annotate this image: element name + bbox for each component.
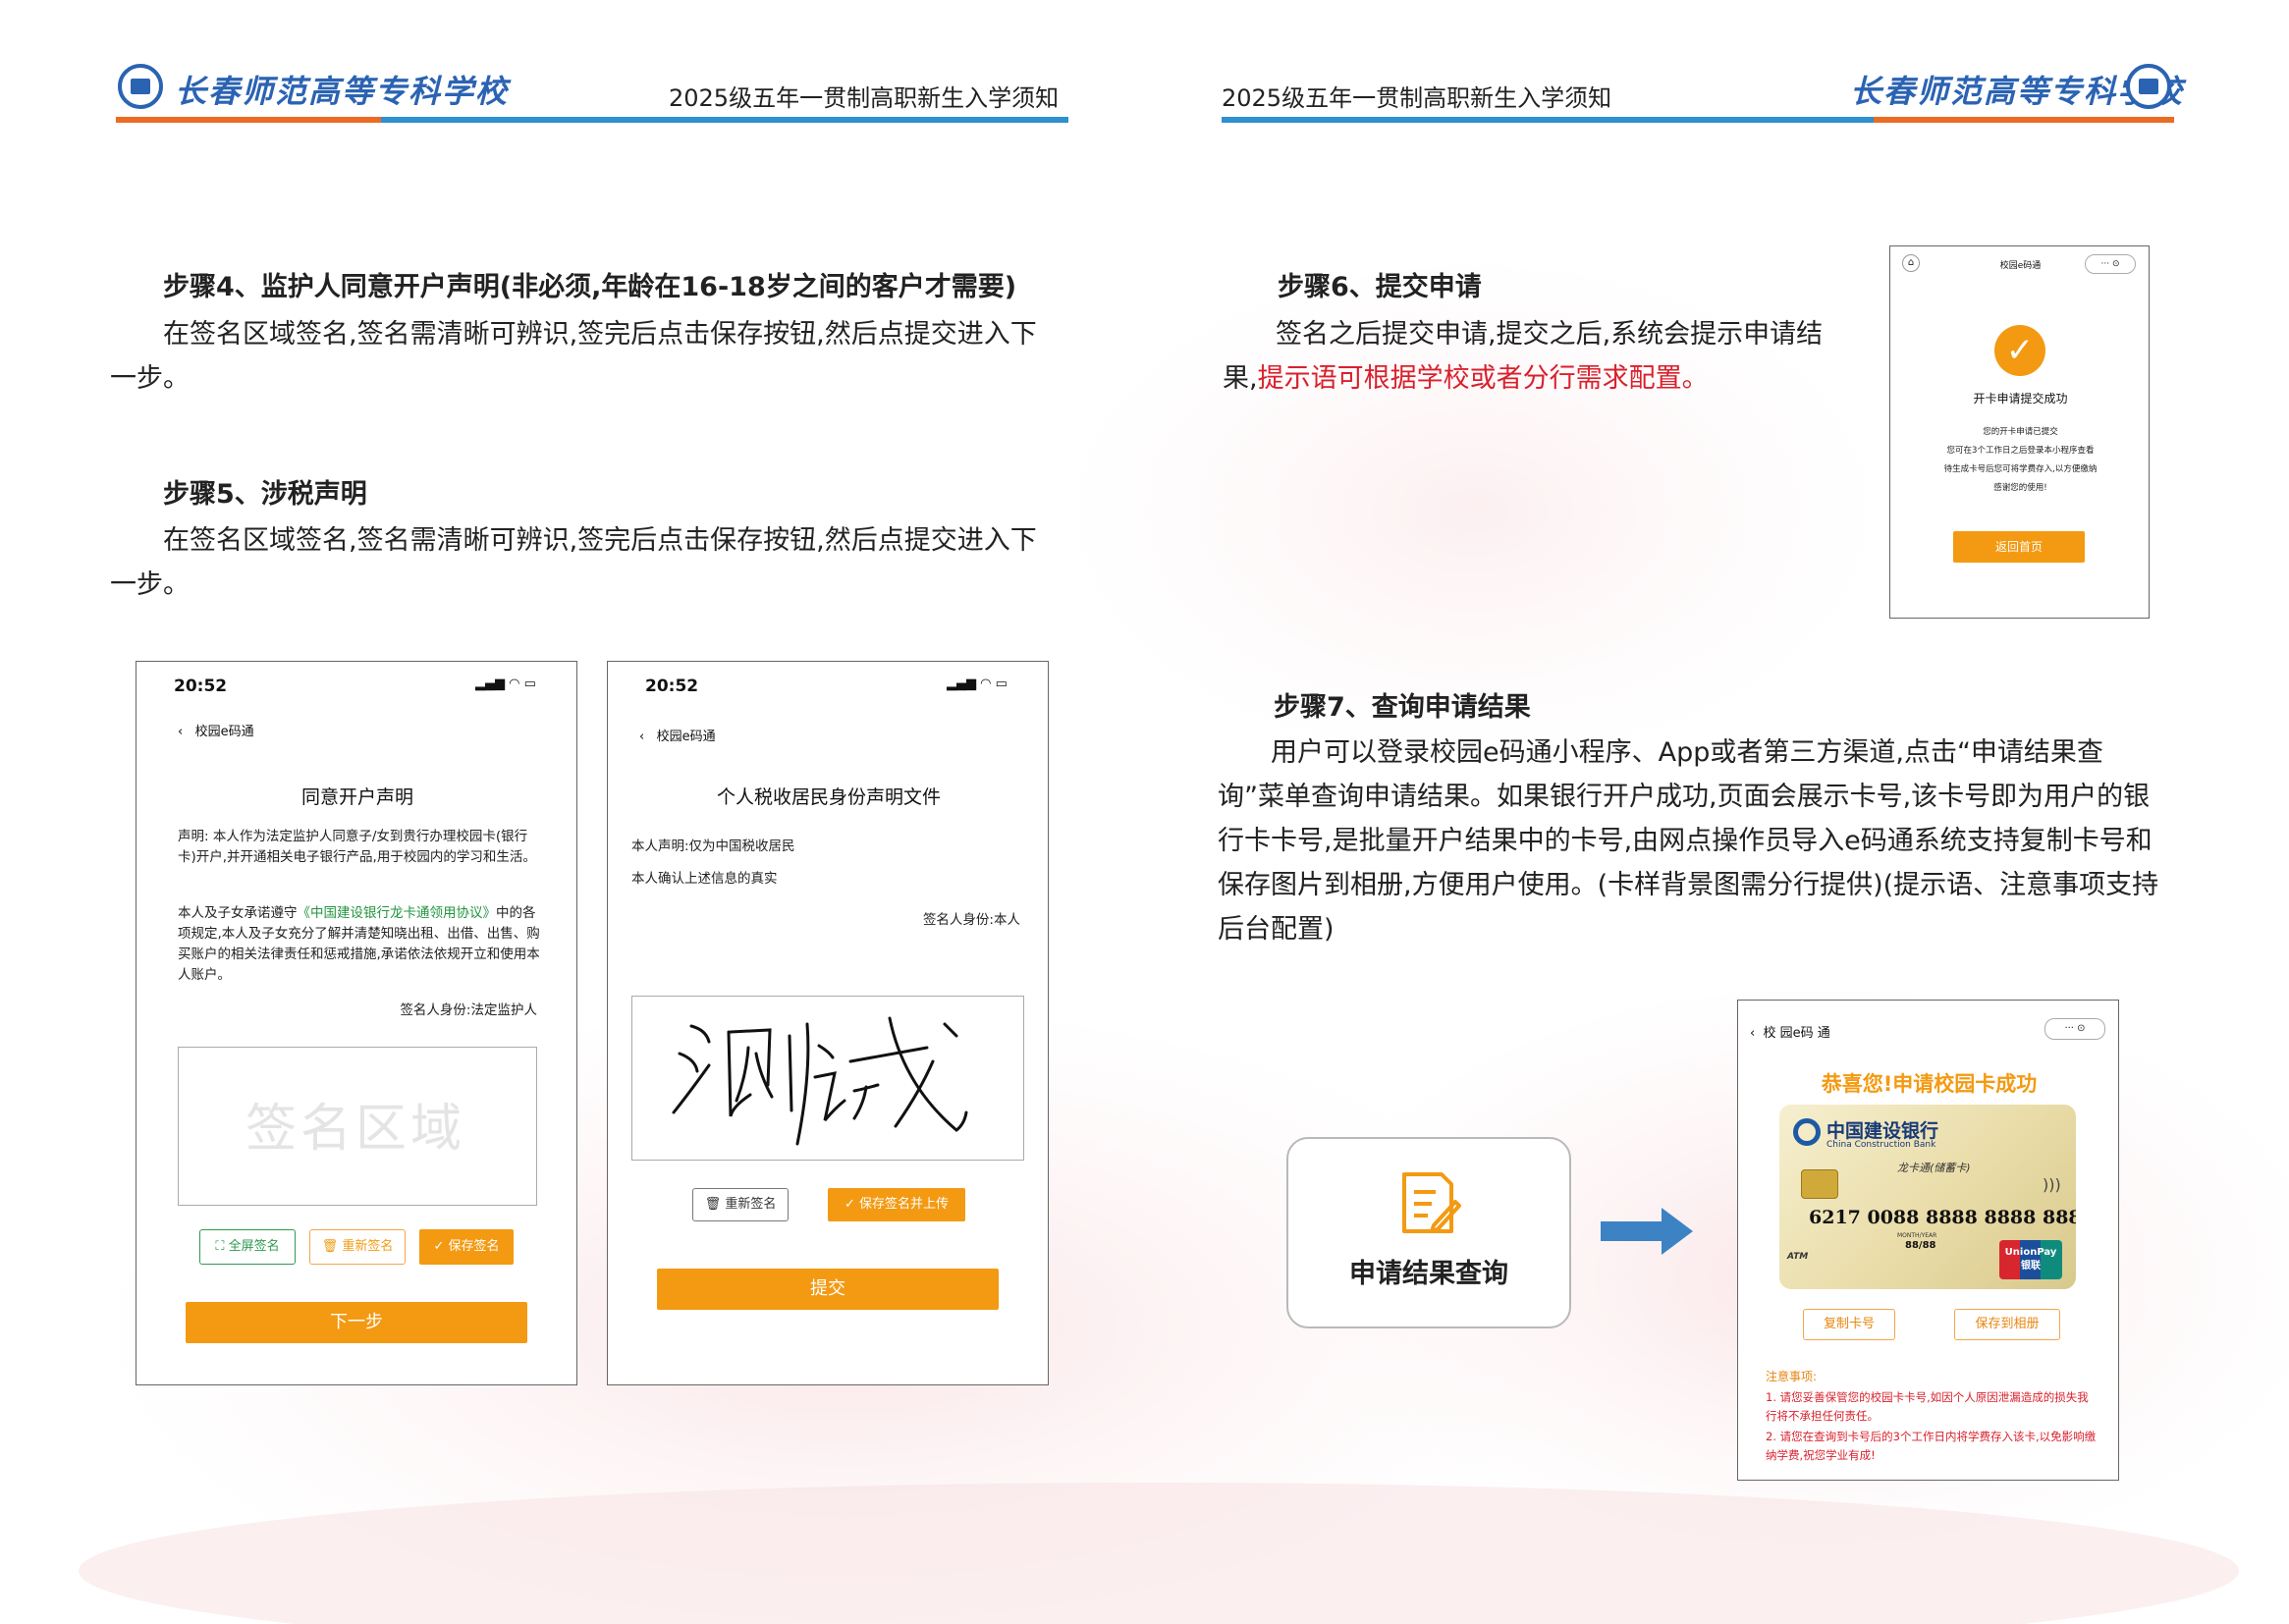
phone-submit-success: ⌂ 校园e码通 ··· ⊙ ✓ 开卡申请提交成功 您的开卡申请已提交 您可在3个… <box>1889 245 2150 619</box>
back-chevron-icon[interactable]: ‹ <box>639 730 644 744</box>
statement-resident: 本人声明:仅为中国税收居民 <box>631 839 795 854</box>
doc-title-left: 2025级五年一贯制高职新生入学须知 <box>669 84 1060 112</box>
signature-area[interactable] <box>631 996 1024 1161</box>
header-rule-orange-right <box>1874 117 2174 123</box>
page-title: 同意开户声明 <box>300 786 413 808</box>
step4-title: 步骤4、监护人同意开户声明(非必须,年龄在16-18岁之间的客户才需要) <box>163 272 1017 302</box>
signal-battery-icon: ▂▄▆ ◠ ▭ <box>475 677 536 691</box>
phone-card-result: ‹ 校 园e码 通 ··· ⊙ 恭喜您!申请校园卡成功 中国建设银行 China… <box>1737 1000 2119 1481</box>
signal-battery-icon: ▂▄▆ ◠ ▭ <box>947 677 1008 691</box>
bank-card-image: 中国建设银行 China Construction Bank 龙卡通(储蓄卡) … <box>1779 1105 2076 1289</box>
document-edit-icon <box>1402 1172 1461 1233</box>
step7-text: 用户可以登录校园e码通小程序、App或者第三方渠道,点击“申请结果查询”菜单查询… <box>1218 737 2159 945</box>
right-arrow-icon <box>1601 1208 1693 1255</box>
nav-bar[interactable]: ‹ 校园e码通 <box>639 726 716 744</box>
nav-bar[interactable]: ‹ 校 园e码 通 <box>1750 1022 1830 1041</box>
success-msg-3: 待生成卡号后您可将学费存入,以方便缴纳 <box>1943 464 2098 474</box>
success-check-icon: ✓ <box>1994 325 2045 376</box>
signature-placeholder: 签名区域 <box>245 1100 466 1159</box>
atm-label: ATM <box>1787 1252 1809 1262</box>
capsule-menu-icon[interactable]: ··· ⊙ <box>2044 1018 2105 1040</box>
next-step-button[interactable]: 下一步 <box>186 1302 527 1343</box>
phone-tax-declaration: 20:52 ▂▄▆ ◠ ▭ ‹ 校园e码通 个人税收居民身份声明文件 本人声明:… <box>607 661 1049 1385</box>
signer-identity: 签名人身份:本人 <box>922 912 1020 928</box>
resign-button[interactable]: 🗑 重新签名 <box>309 1229 406 1265</box>
signer-identity: 签名人身份:法定监护人 <box>400 1002 537 1018</box>
contactless-icon: ))) <box>2043 1175 2061 1194</box>
notice-title: 注意事项: <box>1766 1370 1818 1383</box>
school-logo-icon <box>2126 64 2171 109</box>
commitment-text: 本人及子女承诺遵守《中国建设银行龙卡通领用协议》中的各项规定,本人及子女充分了解… <box>178 905 540 983</box>
statement-confirm: 本人确认上述信息的真实 <box>631 871 778 887</box>
back-home-button[interactable]: 返回首页 <box>1953 531 2085 563</box>
step6-highlight: 提示语可根据学校或者分行需求配置。 <box>1257 363 1709 394</box>
card-type: 龙卡通(储蓄卡) <box>1897 1162 1971 1174</box>
success-msg-2: 您可在3个工作日之后登录本小程序查看 <box>1946 446 2095 456</box>
step6-title: 步骤6、提交申请 <box>1278 272 1482 302</box>
phone-guardian-consent: 20:52 ▂▄▆ ◠ ▭ ‹ 校园e码通 同意开户声明 声明: 本人作为法定监… <box>136 661 577 1385</box>
valid-label: MONTH/YEAR <box>1897 1232 1937 1239</box>
valid-date: 88/88 <box>1905 1240 1936 1251</box>
resign-button[interactable]: 🗑 重新签名 <box>692 1188 789 1221</box>
copy-card-number-button[interactable]: 复制卡号 <box>1803 1309 1895 1340</box>
query-result-label: 申请结果查询 <box>1349 1259 1508 1289</box>
doc-title-right: 2025级五年一贯制高职新生入学须知 <box>1222 84 1612 112</box>
query-result-card[interactable]: 申请结果查询 <box>1286 1137 1571 1328</box>
status-time: 20:52 <box>174 677 228 696</box>
unionpay-logo: UnionPay 银联 <box>1999 1240 2062 1279</box>
congrats-title: 恭喜您!申请校园卡成功 <box>1821 1072 2038 1096</box>
back-chevron-icon[interactable]: ‹ <box>178 725 183 739</box>
capsule-menu-icon[interactable]: ··· ⊙ <box>2085 254 2136 274</box>
header-rule-orange-left <box>116 117 381 123</box>
nav-title: 校园e码通 <box>194 725 254 739</box>
submit-button[interactable]: 提交 <box>657 1269 999 1310</box>
bank-name-cn: 中国建设银行 <box>1826 1120 1939 1142</box>
success-title: 开卡申请提交成功 <box>1973 392 2068 406</box>
declaration-text: 声明: 本人作为法定监护人同意子/女到贵行办理校园卡(银行卡)开户,并开通相关电… <box>178 829 536 865</box>
nav-title: 校园e码通 <box>656 730 716 744</box>
signature-area[interactable]: 签名区域 <box>178 1047 537 1206</box>
ccb-logo-icon <box>1793 1118 1821 1146</box>
step7-title: 步骤7、查询申请结果 <box>1274 692 1531 723</box>
school-logo-icon <box>118 64 163 109</box>
header-rule-blue-left <box>381 117 1068 123</box>
page-title: 个人税收居民身份声明文件 <box>716 786 941 808</box>
save-to-album-button[interactable]: 保存到相册 <box>1954 1309 2060 1340</box>
success-msg-1: 您的开卡申请已提交 <box>1983 427 2058 437</box>
status-time: 20:52 <box>645 677 699 696</box>
notice-item-1: 1. 请您妥善保管您的校园卡卡号,如因个人原因泄漏造成的损失我行将不承担任何责任… <box>1766 1390 2089 1423</box>
header-rule-blue-right <box>1222 117 1874 123</box>
card-number: 6217 0088 8888 8888 888 <box>1809 1207 2076 1228</box>
back-chevron-icon[interactable]: ‹ <box>1750 1026 1755 1041</box>
nav-bar[interactable]: ‹ 校园e码通 <box>178 721 254 739</box>
fullscreen-sign-button[interactable]: ⛶ 全屏签名 <box>199 1229 296 1265</box>
step5-title: 步骤5、涉税声明 <box>163 479 367 510</box>
step4-text: 在签名区域签名,签名需清晰可辨识,签完后点击保存按钮,然后点提交进入下一步。 <box>110 319 1037 394</box>
nav-title: 校 园e码 通 <box>1763 1026 1830 1041</box>
success-msg-4: 感谢您的使用! <box>1993 483 2047 493</box>
school-name-left: 长春师范高等专科学校 <box>175 73 510 110</box>
bank-name-en: China Construction Bank <box>1826 1140 1936 1150</box>
handwritten-signature <box>672 1016 968 1146</box>
chip-icon <box>1801 1169 1838 1199</box>
notice-item-2: 2. 请您在查询到卡号后的3个工作日内将学费存入该卡,以免影响缴纳学费,祝您学业… <box>1766 1430 2097 1462</box>
save-upload-button[interactable]: ✓ 保存签名并上传 <box>828 1188 965 1221</box>
agreement-link[interactable]: 《中国建设银行龙卡通领用协议》 <box>298 905 497 921</box>
save-signature-button[interactable]: ✓ 保存签名 <box>419 1229 514 1265</box>
step6-text: 签名之后提交申请,提交之后,系统会提示申请结果,提示语可根据学校或者分行需求配置… <box>1223 319 1824 394</box>
step5-text: 在签名区域签名,签名需清晰可辨识,签完后点击保存按钮,然后点提交进入下一步。 <box>110 525 1037 600</box>
